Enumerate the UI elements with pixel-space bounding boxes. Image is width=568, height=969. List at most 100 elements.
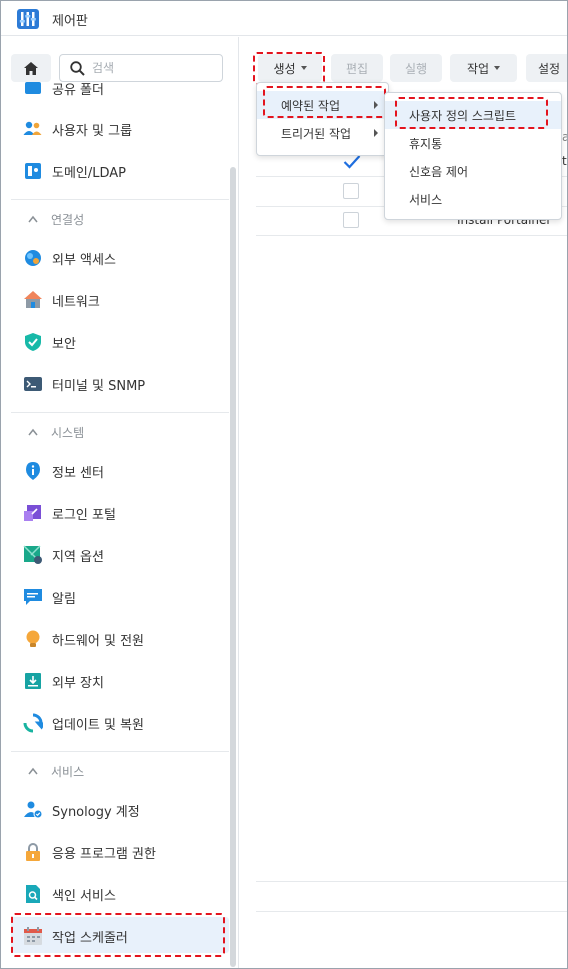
sidebar-item-network[interactable]: 네트워크 bbox=[11, 281, 229, 317]
sidebar-item-label: 작업 스케줄러 bbox=[52, 931, 128, 946]
notification-icon bbox=[24, 589, 42, 605]
run-button-label: 실행 bbox=[404, 61, 428, 76]
action-button[interactable]: 작업 bbox=[450, 54, 517, 82]
create-menu: 예약된 작업 트리거된 작업 bbox=[256, 82, 389, 156]
menu-item-label: 휴지통 bbox=[409, 137, 443, 151]
section-label: 서비스 bbox=[51, 765, 85, 779]
submenu-item-service[interactable]: 서비스 bbox=[385, 185, 561, 213]
external-access-icon bbox=[25, 250, 41, 266]
sidebar-item-label: 색인 서비스 bbox=[52, 889, 116, 904]
sidebar-item-label: 네트워크 bbox=[52, 295, 100, 310]
sidebar-item-label: 알림 bbox=[52, 592, 76, 607]
regional-icon bbox=[23, 545, 42, 564]
control-panel-window: 제어판 공유 폴더 bbox=[0, 0, 568, 969]
run-button[interactable]: 실행 bbox=[390, 54, 442, 82]
sidebar-item-label: 로그인 포털 bbox=[52, 508, 116, 523]
menu-item-triggered-task[interactable]: 트리거된 작업 bbox=[257, 119, 388, 147]
sidebar: 공유 폴더 사용자 및 그룹 도메인/LDAP 연결성 bbox=[1, 37, 239, 968]
sidebar-item-label: 외부 장치 bbox=[52, 676, 104, 691]
sidebar-item-domain-ldap[interactable]: 도메인/LDAP bbox=[11, 152, 229, 188]
sidebar-item-info-center[interactable]: 정보 센터 bbox=[11, 452, 229, 488]
table-divider bbox=[256, 235, 567, 236]
sidebar-item-indexing-service[interactable]: 색인 서비스 bbox=[11, 875, 229, 911]
table-row-checkbox[interactable] bbox=[343, 154, 361, 170]
sidebar-item-label: 공유 폴더 bbox=[52, 83, 104, 98]
sidebar-item-task-scheduler[interactable]: 작업 스케줄러 bbox=[11, 917, 229, 953]
sidebar-item-label: 사용자 및 그룹 bbox=[52, 124, 133, 139]
menu-item-scheduled-task[interactable]: 예약된 작업 bbox=[257, 91, 388, 119]
sidebar-item-external-devices[interactable]: 외부 장치 bbox=[11, 662, 229, 698]
sidebar-item-regional-options[interactable]: 지역 옵션 bbox=[11, 536, 229, 572]
sidebar-item-application-privileges[interactable]: 응용 프로그램 권한 bbox=[11, 833, 229, 869]
calendar-icon bbox=[24, 927, 42, 945]
submenu-arrow-icon bbox=[374, 129, 378, 137]
sidebar-item-label: 업데이트 및 복원 bbox=[52, 718, 144, 733]
sidebar-item-update-restore[interactable]: 업데이트 및 복원 bbox=[11, 704, 229, 740]
chevron-up-icon bbox=[28, 767, 38, 775]
checkmark-icon bbox=[343, 155, 361, 169]
section-header-connectivity[interactable]: 연결성 bbox=[11, 199, 229, 239]
info-icon bbox=[26, 462, 40, 480]
create-button[interactable]: 생성 bbox=[258, 54, 322, 82]
sidebar-item-label: 터미널 및 SNMP bbox=[52, 379, 146, 394]
table-footer-divider bbox=[256, 911, 567, 912]
section-label: 연결성 bbox=[51, 213, 85, 227]
window-title: 제어판 bbox=[52, 14, 88, 29]
sidebar-item-login-portal[interactable]: 로그인 포털 bbox=[11, 494, 229, 530]
sidebar-item-security[interactable]: 보안 bbox=[11, 323, 229, 359]
index-icon bbox=[26, 885, 40, 903]
menu-item-label: 서비스 bbox=[409, 193, 443, 207]
lock-icon bbox=[26, 843, 40, 861]
chevron-up-icon bbox=[28, 428, 38, 436]
submenu-item-recycle-bin[interactable]: 휴지통 bbox=[385, 129, 561, 157]
external-device-icon bbox=[25, 673, 41, 689]
sidebar-item-users[interactable]: 사용자 및 그룹 bbox=[11, 110, 229, 146]
sidebar-item-hardware-power[interactable]: 하드웨어 및 전원 bbox=[11, 620, 229, 656]
shield-icon bbox=[25, 333, 41, 351]
sidebar-item-label: 보안 bbox=[52, 337, 76, 352]
edit-button[interactable]: 편집 bbox=[331, 54, 383, 82]
section-header-services[interactable]: 서비스 bbox=[11, 751, 229, 791]
chevron-up-icon bbox=[28, 215, 38, 223]
sidebar-item-notification[interactable]: 알림 bbox=[11, 578, 229, 614]
shared-folder-icon bbox=[25, 82, 41, 94]
caret-down-icon bbox=[300, 66, 307, 70]
sidebar-item-synology-account[interactable]: Synology 계정 bbox=[11, 791, 229, 827]
section-label: 시스템 bbox=[51, 426, 85, 440]
table-row-checkbox[interactable] bbox=[343, 212, 359, 228]
submenu-item-user-defined-script[interactable]: 사용자 정의 스크립트 bbox=[385, 101, 561, 129]
menu-item-label: 신호음 제어 bbox=[409, 165, 469, 179]
action-button-label: 작업 bbox=[466, 61, 490, 76]
main-panel: 생성 편집 실행 작업 설정 Install Portainer t a bbox=[240, 37, 567, 968]
caret-down-icon bbox=[494, 66, 501, 70]
users-icon bbox=[23, 121, 42, 135]
settings-button[interactable]: 설정 bbox=[526, 54, 567, 82]
menu-item-label: 트리거된 작업 bbox=[281, 127, 352, 141]
network-icon bbox=[24, 291, 42, 308]
edit-button-label: 편집 bbox=[345, 61, 369, 76]
control-panel-app-icon bbox=[17, 9, 39, 29]
table-footer-divider bbox=[256, 881, 567, 882]
submenu-arrow-icon bbox=[374, 101, 378, 109]
table-header-clipped: a bbox=[562, 130, 567, 144]
table-cell-clipped: t bbox=[562, 154, 567, 168]
sidebar-scrollbar[interactable] bbox=[230, 167, 236, 967]
synology-account-icon bbox=[24, 801, 43, 819]
title-bar: 제어판 bbox=[1, 1, 567, 36]
scheduled-task-submenu: 사용자 정의 스크립트 휴지통 신호음 제어 서비스 bbox=[384, 92, 562, 220]
table-row-checkbox[interactable] bbox=[343, 183, 359, 199]
bulb-icon bbox=[26, 630, 40, 647]
sidebar-item-terminal-snmp[interactable]: 터미널 및 SNMP bbox=[11, 365, 229, 401]
create-button-label: 생성 bbox=[273, 61, 296, 76]
submenu-item-beep-control[interactable]: 신호음 제어 bbox=[385, 157, 561, 185]
terminal-icon bbox=[24, 377, 42, 391]
section-header-system[interactable]: 시스템 bbox=[11, 412, 229, 452]
sidebar-item-label: 외부 액세스 bbox=[52, 253, 116, 268]
sidebar-item-shared-folder[interactable]: 공유 폴더 bbox=[11, 69, 229, 105]
sidebar-item-label: 도메인/LDAP bbox=[52, 166, 127, 181]
sidebar-item-external-access[interactable]: 외부 액세스 bbox=[11, 239, 229, 275]
update-icon bbox=[23, 713, 43, 733]
sidebar-item-label: 정보 센터 bbox=[52, 466, 104, 481]
menu-item-label: 사용자 정의 스크립트 bbox=[409, 109, 516, 123]
sidebar-item-label: 지역 옵션 bbox=[52, 550, 104, 565]
